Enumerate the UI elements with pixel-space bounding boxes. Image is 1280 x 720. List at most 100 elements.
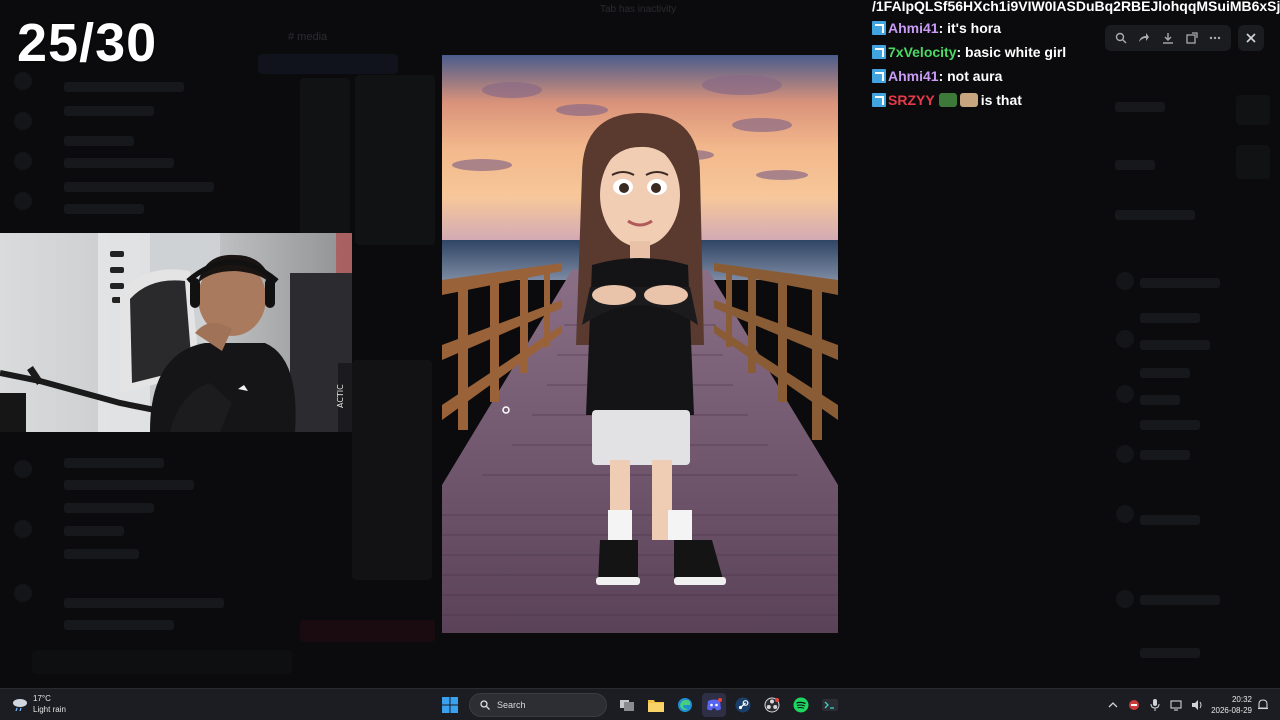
chat-text: is that: [980, 92, 1022, 108]
chat-username[interactable]: 7xVelocity: [888, 44, 957, 60]
server-icon[interactable]: [14, 112, 32, 130]
channel-name: # media: [288, 31, 328, 43]
member-avatar[interactable]: [1116, 330, 1134, 348]
turtle-emote-icon: [938, 93, 957, 107]
member-row[interactable]: [1140, 278, 1220, 288]
member-row[interactable]: [1115, 160, 1155, 170]
microphone-icon[interactable]: [1148, 698, 1162, 712]
channel-row[interactable]: [64, 526, 124, 536]
image-preview[interactable]: [442, 55, 838, 633]
rain-cloud-icon: [12, 697, 28, 712]
system-clock[interactable]: 20:32 2026-08-29: [1208, 694, 1252, 716]
edge-icon[interactable]: [673, 693, 697, 717]
ghost-banner: [258, 54, 398, 74]
spotify-icon[interactable]: [789, 693, 813, 717]
member-row[interactable]: [1140, 395, 1180, 405]
volume-icon[interactable]: [1190, 698, 1204, 712]
user-panel: [32, 650, 292, 674]
antivirus-icon[interactable]: [1127, 698, 1141, 712]
zoom-icon[interactable]: [1111, 28, 1131, 48]
channel-row[interactable]: [64, 136, 134, 146]
member-avatar[interactable]: [1116, 505, 1134, 523]
notification-bell-icon[interactable]: [1257, 698, 1269, 710]
member-row[interactable]: [1140, 595, 1220, 605]
forward-icon[interactable]: [1134, 28, 1154, 48]
member-row[interactable]: [1140, 420, 1200, 430]
member-avatar[interactable]: [1116, 445, 1134, 463]
member-row[interactable]: [1115, 102, 1165, 112]
clock-time: 20:32: [1231, 695, 1252, 704]
mod-badge-icon: [872, 45, 886, 59]
image-toolbar: [1105, 25, 1231, 51]
chat-message: Ahmi41 : it's hora: [872, 19, 1001, 37]
chat-username[interactable]: Ahmi41: [888, 20, 939, 36]
discord-icon[interactable]: [702, 693, 726, 717]
steam-icon[interactable]: [731, 693, 755, 717]
ghost-thumb: [300, 78, 350, 238]
server-icon[interactable]: [14, 460, 32, 478]
chat-text: : not aura: [938, 68, 1003, 84]
more-icon[interactable]: [1205, 28, 1225, 48]
server-icon[interactable]: [14, 72, 32, 90]
channel-row[interactable]: [64, 458, 164, 468]
weather-temp: 17°C: [33, 694, 51, 703]
member-row[interactable]: [1140, 515, 1200, 525]
windows-start-icon[interactable]: [438, 693, 462, 717]
member-row[interactable]: [1115, 210, 1195, 220]
search-icon: [480, 700, 490, 710]
chat-message: Ahmi41 : not aura: [872, 67, 1002, 85]
webcam-feed: ACTIC: [0, 233, 352, 432]
member-row[interactable]: [1140, 368, 1190, 378]
progress-counter: 25/30: [17, 13, 158, 73]
chat-url-line: /1FAIpQLSf56HXch1i9VIW0IASDuBq2RBEJlohqq…: [872, 0, 1280, 14]
member-row[interactable]: [1140, 340, 1210, 350]
chat-username[interactable]: Ahmi41: [888, 68, 939, 84]
ghost-button[interactable]: [300, 620, 435, 642]
member-avatar[interactable]: [1116, 385, 1134, 403]
window-title: Tab has inactivity: [600, 4, 677, 15]
server-icon[interactable]: [14, 584, 32, 602]
weather-desc: Light rain: [33, 705, 66, 714]
chair-label: ACTIC: [336, 384, 345, 408]
open-external-icon[interactable]: [1182, 28, 1202, 48]
ghost-thumb: [1236, 145, 1270, 179]
chevron-up-icon[interactable]: [1106, 698, 1120, 712]
chat-message: SRZYY is that: [872, 91, 1022, 109]
task-view-icon[interactable]: [615, 693, 639, 717]
member-avatar[interactable]: [1116, 590, 1134, 608]
taskbar-apps: Search: [438, 692, 847, 718]
file-explorer-icon[interactable]: [644, 693, 668, 717]
channel-row[interactable]: [64, 549, 139, 559]
mod-badge-icon: [872, 69, 886, 83]
chat-text: : it's hora: [938, 20, 1002, 36]
server-icon[interactable]: [14, 192, 32, 210]
obs-icon[interactable]: [760, 693, 784, 717]
terminal-app-icon[interactable]: [818, 693, 842, 717]
member-row[interactable]: [1140, 313, 1200, 323]
close-icon[interactable]: [1238, 25, 1264, 51]
server-icon[interactable]: [14, 152, 32, 170]
channel-row[interactable]: [64, 158, 174, 168]
webcam-scene: ACTIC: [0, 233, 352, 432]
weather-widget[interactable]: 17°C Light rain: [12, 693, 66, 715]
channel-row[interactable]: [64, 182, 214, 192]
chat-text: : basic white girl: [956, 44, 1067, 60]
channel-row[interactable]: [64, 204, 144, 214]
search-label: Search: [497, 700, 526, 710]
channel-row[interactable]: [64, 598, 224, 608]
windows-taskbar: 17°C Light rain Search 20:32 2026-08-29: [0, 688, 1280, 720]
network-icon[interactable]: [1169, 698, 1183, 712]
member-row[interactable]: [1140, 450, 1190, 460]
server-icon[interactable]: [14, 520, 32, 538]
avatar-image: [442, 55, 838, 633]
channel-row[interactable]: [64, 106, 154, 116]
channel-row[interactable]: [64, 620, 174, 630]
channel-row[interactable]: [64, 82, 184, 92]
download-icon[interactable]: [1158, 28, 1178, 48]
taskbar-search[interactable]: Search: [469, 693, 607, 717]
channel-row[interactable]: [64, 480, 194, 490]
channel-row[interactable]: [64, 503, 154, 513]
chat-username[interactable]: SRZYY: [888, 92, 935, 108]
member-row[interactable]: [1140, 648, 1200, 658]
member-avatar[interactable]: [1116, 272, 1134, 290]
